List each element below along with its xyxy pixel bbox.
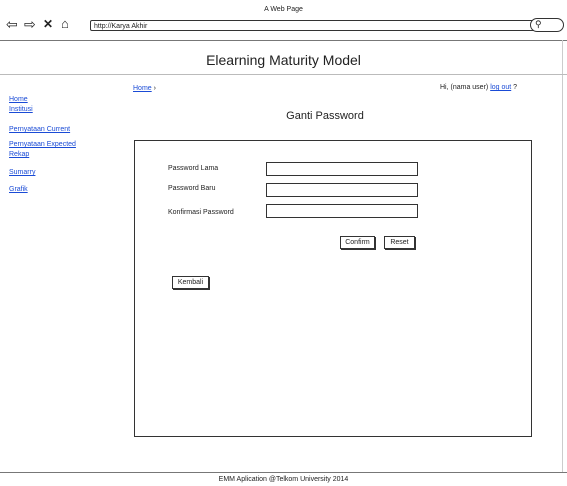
back-arrow-icon[interactable]: ⇦ (6, 17, 18, 31)
sidebar-item-institusi[interactable]: Institusi (9, 106, 76, 113)
search-icon: ⚲ (535, 19, 542, 29)
browser-search-box[interactable]: ⚲ (530, 18, 564, 32)
stop-icon[interactable]: ✕ (43, 17, 53, 31)
header-divider (0, 40, 567, 41)
sidebar-item-grafik[interactable]: Grafik (9, 186, 76, 193)
old-password-label: Password Lama (168, 165, 219, 172)
sidebar-item-pernyataan-expected[interactable]: Pernyataan Expected (9, 141, 76, 148)
new-password-label: Password Baru (168, 185, 216, 192)
footer-text: EMM Aplication @Telkom University 2014 (218, 476, 349, 483)
browser-toolbar: ⇦ ⇨ ✕ ⌂ http://Karya Akhir ⚲ (0, 14, 567, 40)
back-button[interactable]: Kembali (172, 276, 209, 289)
title-divider (0, 74, 567, 75)
sidebar-item-pernyataan-current[interactable]: Pernyataan Current (9, 126, 76, 133)
old-password-input[interactable] (266, 162, 418, 176)
page-title: Ganti Password (286, 110, 364, 122)
confirm-password-input[interactable] (266, 204, 418, 218)
confirm-button[interactable]: Confirm (340, 236, 375, 249)
user-greeting: Hi, (nama user) log out ? (440, 84, 517, 91)
address-bar[interactable]: http://Karya Akhir (90, 20, 538, 31)
forward-arrow-icon[interactable]: ⇨ (24, 17, 36, 31)
window-title: A Web Page (264, 6, 303, 13)
breadcrumb-home-link[interactable]: Home (133, 85, 152, 92)
app-title: Elearning Maturity Model (206, 52, 361, 68)
new-password-input[interactable] (266, 183, 418, 197)
footer-divider (0, 472, 567, 473)
confirm-password-label: Konfirmasi Password (168, 209, 234, 216)
sidebar-item-home[interactable]: Home (9, 96, 76, 103)
reset-button[interactable]: Reset (384, 236, 415, 249)
sidebar: Home Institusi Pernyataan Current Pernya… (9, 96, 76, 193)
right-border (562, 40, 563, 472)
logout-link[interactable]: log out (490, 84, 511, 91)
greeting-text: Hi, (nama user) (440, 84, 489, 91)
home-icon[interactable]: ⌂ (61, 17, 69, 31)
sidebar-item-rekap[interactable]: Rekap (9, 151, 76, 158)
change-password-form: Password Lama Password Baru Konfirmasi P… (134, 140, 532, 437)
sidebar-item-sumarry[interactable]: Sumarry (9, 169, 76, 176)
greeting-suffix: ? (513, 84, 518, 91)
breadcrumb: Home › (133, 85, 156, 92)
breadcrumb-separator: › (153, 85, 156, 92)
